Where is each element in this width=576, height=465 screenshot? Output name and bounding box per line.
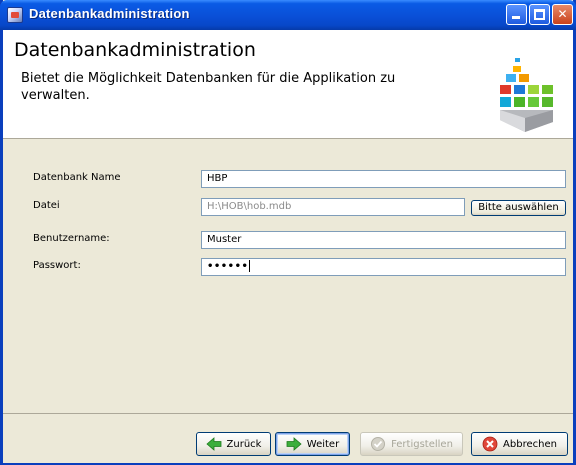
close-button[interactable]: ✕ <box>552 4 573 25</box>
window-title: Datenbankadministration <box>29 6 190 21</box>
finish-check-icon <box>371 437 386 451</box>
wizard-footer: Zurück Weiter Fertigstellen Abbrechen <box>3 413 573 463</box>
file-input[interactable]: H:\HOB\hob.mdb <box>201 198 465 216</box>
text-caret <box>249 260 251 272</box>
next-button[interactable]: Weiter <box>275 432 350 456</box>
username-input[interactable]: Muster <box>201 231 566 249</box>
maximize-button[interactable] <box>529 4 550 25</box>
cancel-label: Abbrechen <box>503 438 557 450</box>
next-label: Weiter <box>306 438 340 450</box>
back-button[interactable]: Zurück <box>196 432 271 456</box>
dialog-window: Datenbankadministration ✕ Datenbankadmin… <box>0 0 576 465</box>
cancel-button[interactable]: Abbrechen <box>471 432 568 456</box>
db-name-label: Datenbank Name <box>33 172 121 183</box>
browse-button[interactable]: Bitte auswählen <box>471 200 566 216</box>
password-label: Passwort: <box>33 260 81 271</box>
back-label: Zurück <box>226 438 262 450</box>
password-value: •••••• <box>207 261 249 272</box>
cancel-x-icon <box>482 436 498 452</box>
finish-label: Fertigstellen <box>391 438 453 450</box>
close-icon: ✕ <box>557 7 568 21</box>
title-bar[interactable]: Datenbankadministration ✕ <box>0 0 576 30</box>
minimize-button[interactable] <box>506 4 527 25</box>
finish-button[interactable]: Fertigstellen <box>360 432 463 456</box>
page-description: Bietet die Möglichkeit Datenbanken für d… <box>21 71 396 103</box>
app-icon[interactable] <box>7 7 23 23</box>
form-panel: Datenbank Name HBP Datei H:\HOB\hob.mdb … <box>3 139 573 413</box>
arrow-left-icon <box>205 437 221 451</box>
maximize-icon <box>534 9 545 20</box>
minimize-icon <box>512 16 520 19</box>
password-input[interactable]: •••••• <box>201 258 566 276</box>
wizard-header: Datenbankadministration Bietet die Mögli… <box>3 30 573 139</box>
file-label: Datei <box>33 200 60 211</box>
page-title: Datenbankadministration <box>14 39 256 61</box>
username-label: Benutzername: <box>33 233 110 244</box>
arrow-right-icon <box>286 437 302 451</box>
database-cubes-icon <box>500 58 553 132</box>
db-name-input[interactable]: HBP <box>201 170 566 188</box>
